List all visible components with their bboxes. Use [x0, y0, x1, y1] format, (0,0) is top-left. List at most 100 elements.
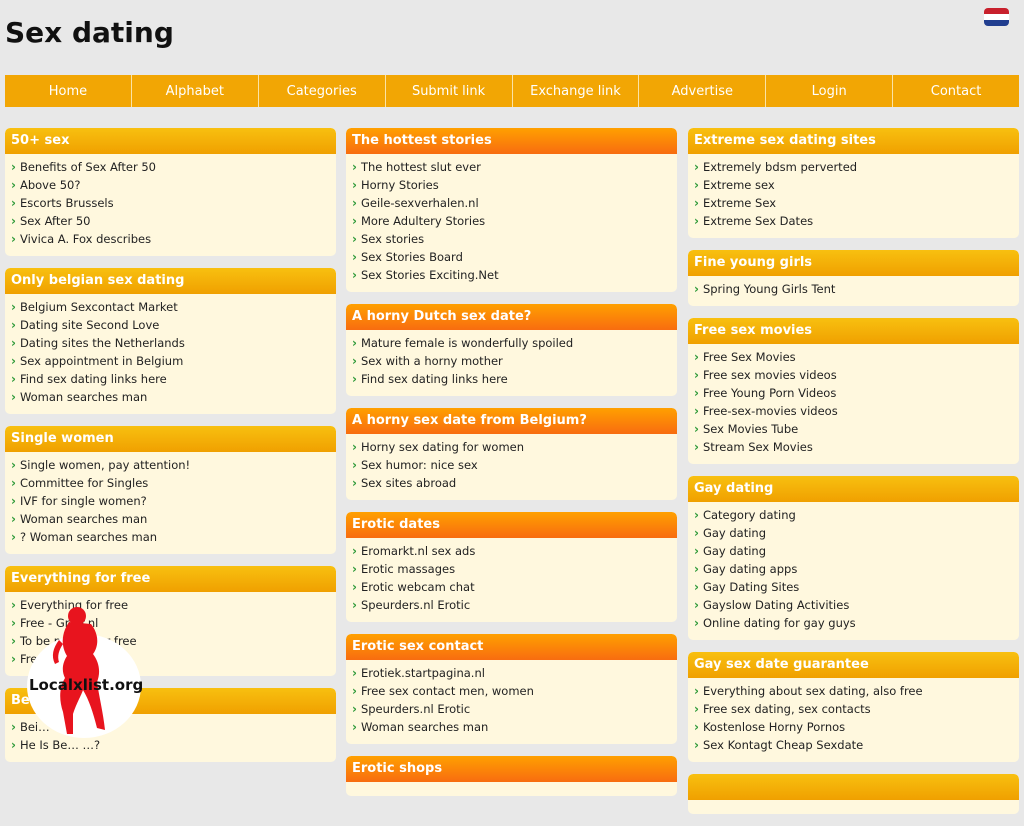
list-item[interactable]: › Sex Movies Tube — [694, 420, 1019, 438]
category-title[interactable]: A horny Dutch sex date? — [346, 304, 677, 330]
list-item[interactable]: › Committee for Singles — [11, 474, 336, 492]
list-item[interactable]: › Find sex dating links here — [11, 370, 336, 388]
link-text[interactable]: Free Young Porn Videos — [703, 386, 836, 400]
category-title[interactable]: Erotic shops — [346, 756, 677, 782]
list-item[interactable]: › Sex After 50 — [11, 212, 336, 230]
menu-alphabet[interactable]: Alphabet — [132, 75, 259, 107]
link-text[interactable]: Extreme Sex — [703, 196, 776, 210]
link-text[interactable]: Committee for Singles — [20, 476, 148, 490]
menu-login[interactable]: Login — [766, 75, 894, 107]
link-text[interactable]: Stream Sex Movies — [703, 440, 813, 454]
link-text[interactable]: The hottest slut ever — [361, 160, 481, 174]
menu-categories[interactable]: Categories — [259, 75, 386, 107]
link-text[interactable]: Sex Kontagt Cheap Sexdate — [703, 738, 863, 752]
list-item[interactable]: › Geile-sexverhalen.nl — [352, 194, 677, 212]
list-item[interactable]: › Everything about sex dating, also free — [694, 682, 1019, 700]
category-title[interactable]: Erotic sex contact — [346, 634, 677, 660]
list-item[interactable]: › Speurders.nl Erotic — [352, 700, 677, 718]
list-item[interactable]: › Category dating — [694, 506, 1019, 524]
list-item[interactable]: › Single women, pay attention! — [11, 456, 336, 474]
link-text[interactable]: Mature female is wonderfully spoiled — [361, 336, 573, 350]
link-text[interactable]: Eromarkt.nl sex ads — [361, 544, 475, 558]
link-text[interactable]: Gay dating apps — [703, 562, 797, 576]
link-text[interactable]: Kostenlose Horny Pornos — [703, 720, 845, 734]
list-item[interactable]: › Dating sites the Netherlands — [11, 334, 336, 352]
category-title[interactable]: Gay sex date guarantee — [688, 652, 1019, 678]
link-text[interactable]: IVF for single women? — [20, 494, 147, 508]
link-text[interactable]: Sex stories — [361, 232, 424, 246]
link-text[interactable]: Dating sites the Netherlands — [20, 336, 185, 350]
list-item[interactable]: › IVF for single women? — [11, 492, 336, 510]
list-item[interactable]: › Erotic webcam chat — [352, 578, 677, 596]
list-item[interactable]: › Sex Stories Board — [352, 248, 677, 266]
link-text[interactable]: Category dating — [703, 508, 796, 522]
menu-home[interactable]: Home — [5, 75, 132, 107]
menu-submit-link[interactable]: Submit link — [386, 75, 513, 107]
list-item[interactable]: › Free sex contact men, women — [352, 682, 677, 700]
list-item[interactable]: › Free Sex Movies — [694, 348, 1019, 366]
link-text[interactable]: Sex After 50 — [20, 214, 91, 228]
link-text[interactable]: Single women, pay attention! — [20, 458, 190, 472]
link-text[interactable]: Erotic massages — [361, 562, 455, 576]
category-title[interactable]: A horny sex date from Belgium? — [346, 408, 677, 434]
link-text[interactable]: Sex sites abroad — [361, 476, 456, 490]
menu-advertise[interactable]: Advertise — [639, 75, 767, 107]
link-text[interactable]: ? Woman searches man — [20, 530, 157, 544]
list-item[interactable]: › ? Woman searches man — [11, 528, 336, 546]
list-item[interactable]: › Online dating for gay guys — [694, 614, 1019, 632]
link-text[interactable]: Woman searches man — [20, 512, 147, 526]
list-item[interactable]: › Erotic massages — [352, 560, 677, 578]
link-text[interactable]: Free sex contact men, women — [361, 684, 534, 698]
link-text[interactable]: Woman searches man — [361, 720, 488, 734]
list-item[interactable]: › Eromarkt.nl sex ads — [352, 542, 677, 560]
link-text[interactable]: Gay dating — [703, 544, 766, 558]
category-title[interactable]: Everything for free — [5, 566, 336, 592]
link-text[interactable]: Find sex dating links here — [361, 372, 508, 386]
list-item[interactable]: › The hottest slut ever — [352, 158, 677, 176]
list-item[interactable]: › Mature female is wonderfully spoiled — [352, 334, 677, 352]
list-item[interactable]: › Sex stories — [352, 230, 677, 248]
list-item[interactable]: › Woman searches man — [352, 718, 677, 736]
link-text[interactable]: Speurders.nl Erotic — [361, 598, 470, 612]
list-item[interactable]: › Gay Dating Sites — [694, 578, 1019, 596]
list-item[interactable]: › Erotiek.startpagina.nl — [352, 664, 677, 682]
list-item[interactable]: › Extreme Sex — [694, 194, 1019, 212]
link-text[interactable]: Sex Stories Exciting.Net — [361, 268, 499, 282]
list-item[interactable]: › Free Young Porn Videos — [694, 384, 1019, 402]
category-title[interactable]: Gay dating — [688, 476, 1019, 502]
link-text[interactable]: Extremely bdsm perverted — [703, 160, 857, 174]
link-text[interactable]: Dating site Second Love — [20, 318, 159, 332]
link-text[interactable]: Free sex movies videos — [703, 368, 837, 382]
list-item[interactable]: › Sex Kontagt Cheap Sexdate — [694, 736, 1019, 754]
category-title[interactable]: Single women — [5, 426, 336, 452]
menu-contact[interactable]: Contact — [893, 75, 1019, 107]
link-text[interactable]: Geile-sexverhalen.nl — [361, 196, 479, 210]
link-text[interactable]: Above 50? — [20, 178, 80, 192]
list-item[interactable]: › Free sex movies videos — [694, 366, 1019, 384]
category-title[interactable]: Fine young girls — [688, 250, 1019, 276]
link-text[interactable]: Gayslow Dating Activities — [703, 598, 849, 612]
link-text[interactable]: Sex Movies Tube — [703, 422, 798, 436]
link-text[interactable]: Gay Dating Sites — [703, 580, 799, 594]
category-title[interactable] — [688, 774, 1019, 800]
list-item[interactable]: › More Adultery Stories — [352, 212, 677, 230]
list-item[interactable]: › Sex appointment in Belgium — [11, 352, 336, 370]
list-item[interactable]: › Above 50? — [11, 176, 336, 194]
link-text[interactable]: Horny sex dating for women — [361, 440, 524, 454]
link-text[interactable]: Find sex dating links here — [20, 372, 167, 386]
link-text[interactable]: Benefits of Sex After 50 — [20, 160, 156, 174]
link-text[interactable]: He Is Be… …? — [20, 738, 100, 752]
list-item[interactable]: › Extreme Sex Dates — [694, 212, 1019, 230]
link-text[interactable]: Extreme Sex Dates — [703, 214, 813, 228]
list-item[interactable]: › Woman searches man — [11, 388, 336, 406]
link-text[interactable]: Gay dating — [703, 526, 766, 540]
link-text[interactable]: Spring Young Girls Tent — [703, 282, 835, 296]
list-item[interactable]: › Sex sites abroad — [352, 474, 677, 492]
list-item[interactable]: › Sex with a horny mother — [352, 352, 677, 370]
list-item[interactable]: › Dating site Second Love — [11, 316, 336, 334]
list-item[interactable]: › Gay dating — [694, 524, 1019, 542]
link-text[interactable]: Vivica A. Fox describes — [20, 232, 151, 246]
list-item[interactable]: › Find sex dating links here — [352, 370, 677, 388]
list-item[interactable]: › Belgium Sexcontact Market — [11, 298, 336, 316]
link-text[interactable]: Online dating for gay guys — [703, 616, 856, 630]
